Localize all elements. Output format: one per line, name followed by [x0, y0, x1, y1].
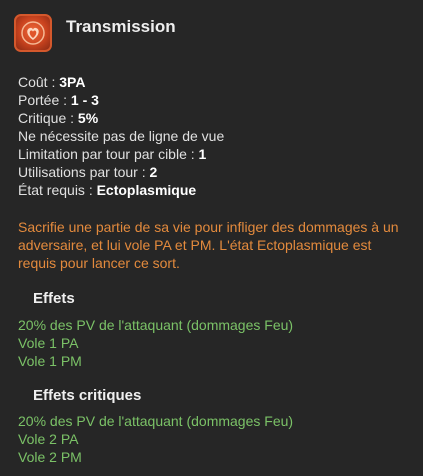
- stat-cost: Coût : 3PA: [18, 73, 224, 91]
- stat-value: 1 - 3: [70, 92, 99, 108]
- spell-title: Transmission: [66, 17, 176, 36]
- stat-label: Limitation par tour par cible :: [18, 146, 199, 162]
- stat-value: 5%: [77, 110, 99, 126]
- critical-effect-line: Vole 2 PM: [18, 449, 82, 465]
- stat-label: État requis :: [18, 182, 97, 198]
- flame-heart-icon: [14, 14, 52, 52]
- effect-line: 20% des PV de l'attaquant (dommages Feu): [18, 317, 294, 333]
- stat-limit-per-target: Limitation par tour par cible : 1: [18, 145, 224, 163]
- stat-label: Coût :: [18, 74, 60, 90]
- stat-label: Portée :: [18, 92, 71, 108]
- spell-description: Sacrifie une partie de sa vie pour infli…: [18, 219, 399, 271]
- critical-effects-list: 20% des PV de l'attaquant (dommages Feu)…: [18, 412, 293, 466]
- stat-value: Ectoplasmique: [96, 182, 197, 198]
- critical-effect-line: 20% des PV de l'attaquant (dommages Feu): [18, 413, 294, 429]
- stat-critical: Critique : 5%: [18, 109, 224, 127]
- stat-value: 3PA: [59, 74, 86, 90]
- effect-line: Vole 1 PM: [18, 353, 82, 369]
- stat-label: Critique :: [18, 110, 78, 126]
- effects-title: Effets: [33, 290, 75, 307]
- critical-effect-line: Vole 2 PA: [18, 431, 79, 447]
- stat-value: 2: [149, 164, 158, 180]
- stat-required-state: État requis : Ectoplasmique: [18, 181, 224, 199]
- critical-effects-title: Effets critiques: [33, 387, 142, 404]
- effects-list: 20% des PV de l'attaquant (dommages Feu)…: [18, 316, 293, 370]
- spell-header: Transmission: [14, 14, 176, 54]
- stat-label: Utilisations par tour :: [18, 164, 150, 180]
- effect-line: Vole 1 PA: [18, 335, 79, 351]
- spell-stats: Coût : 3PA Portée : 1 - 3 Critique : 5% …: [18, 73, 224, 199]
- stat-line-of-sight: Ne nécessite pas de ligne de vue: [18, 127, 224, 145]
- stat-range: Portée : 1 - 3: [18, 91, 224, 109]
- stat-value: 1: [198, 146, 207, 162]
- stat-label: Ne nécessite pas de ligne de vue: [18, 128, 225, 144]
- spell-tooltip: Transmission Coût : 3PA Portée : 1 - 3 C…: [0, 0, 423, 476]
- stat-uses-per-turn: Utilisations par tour : 2: [18, 163, 224, 181]
